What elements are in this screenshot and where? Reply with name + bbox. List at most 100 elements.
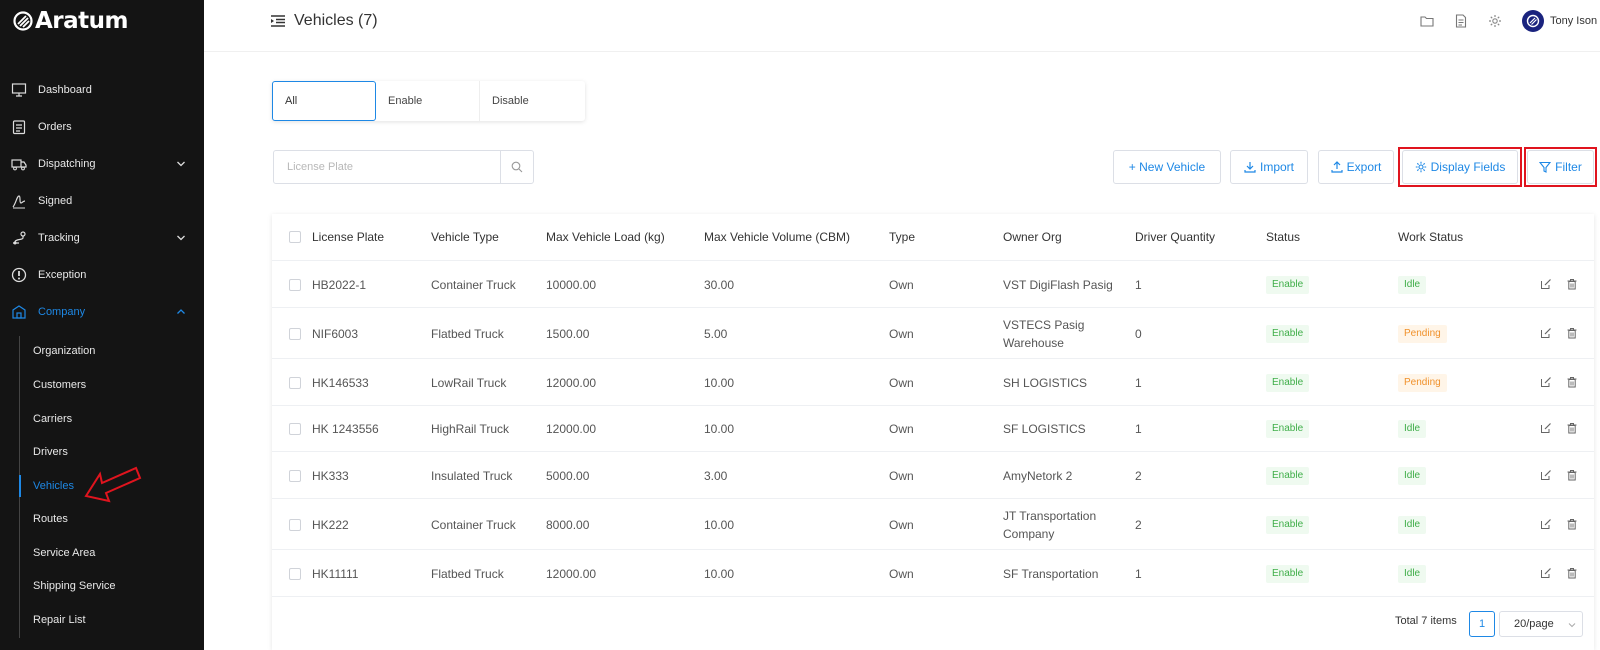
sidebar-item-service-area[interactable]: Service Area bbox=[20, 538, 204, 568]
edit-icon[interactable] bbox=[1540, 422, 1552, 434]
sidebar-item-label: Company bbox=[38, 306, 86, 318]
row-checkbox[interactable] bbox=[289, 469, 301, 482]
page-size-select[interactable]: 20/page bbox=[1499, 611, 1583, 637]
sidebar-item-label: Signed bbox=[38, 195, 73, 207]
row-checkbox[interactable] bbox=[289, 376, 301, 389]
column-header-max-load: Max Vehicle Load (kg) bbox=[546, 230, 665, 244]
sidebar-item-orders[interactable]: Orders bbox=[0, 112, 204, 142]
brand-logo[interactable]: Aratum bbox=[13, 6, 129, 36]
sidebar-item-exception[interactable]: Exception bbox=[0, 260, 204, 290]
trash-icon[interactable] bbox=[1566, 469, 1578, 481]
column-header-max-volume: Max Vehicle Volume (CBM) bbox=[704, 230, 851, 244]
sidebar-item-label: Routes bbox=[33, 513, 68, 525]
sidebar-item-organization[interactable]: Organization bbox=[20, 336, 204, 366]
user-name[interactable]: Tony Ison bbox=[1550, 15, 1600, 27]
row-checkbox[interactable] bbox=[289, 278, 301, 291]
sidebar-item-signed[interactable]: Signed bbox=[0, 186, 204, 216]
edit-icon[interactable] bbox=[1540, 567, 1552, 579]
table-row[interactable]: HK222 Container Truck 8000.00 10.00 Own JT Tr… bbox=[272, 499, 1594, 550]
status-badge: Enable bbox=[1266, 420, 1310, 438]
table-row[interactable]: HK333 Insulated Truck 5000.00 3.00 Own AmyNet… bbox=[272, 452, 1594, 499]
collapse-menu-icon[interactable] bbox=[270, 14, 286, 28]
avatar[interactable] bbox=[1522, 10, 1544, 32]
trash-icon[interactable] bbox=[1566, 376, 1578, 388]
sidebar-item-label: Vehicles bbox=[33, 480, 74, 492]
edit-icon[interactable] bbox=[1540, 518, 1552, 530]
table-row[interactable]: HK11111 Flatbed Truck 12000.00 10.00 Own SF T… bbox=[272, 550, 1594, 597]
tab-disable[interactable]: Disable bbox=[480, 81, 584, 121]
edit-icon[interactable] bbox=[1540, 469, 1552, 481]
row-checkbox[interactable] bbox=[289, 567, 301, 580]
cell-max-volume: 3.00 bbox=[704, 468, 728, 483]
vehicles-table: License Plate Vehicle Type Max Vehicle L… bbox=[272, 214, 1594, 650]
status-badge: Enable bbox=[1266, 564, 1310, 583]
column-header-vehicle-type: Vehicle Type bbox=[431, 230, 499, 244]
cell-max-load: 5000.00 bbox=[546, 468, 590, 483]
cell-vehicle-type: Container Truck bbox=[431, 277, 516, 292]
cell-license-plate: HK146533 bbox=[312, 375, 369, 390]
trash-icon[interactable] bbox=[1566, 518, 1578, 530]
trash-icon[interactable] bbox=[1566, 422, 1578, 434]
tab-enable[interactable]: Enable bbox=[376, 81, 480, 121]
folder-icon[interactable] bbox=[1420, 14, 1434, 28]
cell-owner-org: JT Transportation Company bbox=[1003, 508, 1097, 541]
status-badge: Enable bbox=[1266, 324, 1310, 343]
work-status-badge: Pending bbox=[1398, 373, 1447, 392]
new-vehicle-button[interactable]: + New Vehicle bbox=[1113, 150, 1221, 184]
row-checkbox[interactable] bbox=[289, 327, 301, 340]
cell-driver-quantity: 1 bbox=[1135, 422, 1142, 436]
export-button[interactable]: Export bbox=[1318, 150, 1394, 184]
table-row[interactable]: HB2022-1 Container Truck 10000.00 30.00 Own V… bbox=[272, 261, 1594, 308]
sidebar-item-repair-list[interactable]: Repair List bbox=[20, 605, 204, 635]
gear-icon[interactable] bbox=[1488, 14, 1502, 28]
sidebar-item-label: Drivers bbox=[33, 446, 68, 458]
sidebar-item-dispatching[interactable]: Dispatching bbox=[0, 149, 204, 179]
tab-all[interactable]: All bbox=[272, 81, 376, 121]
license-plate-search-input[interactable] bbox=[274, 151, 500, 183]
document-icon[interactable] bbox=[1454, 14, 1468, 28]
trash-icon[interactable] bbox=[1566, 567, 1578, 579]
sidebar-item-carriers[interactable]: Carriers bbox=[20, 404, 204, 434]
sidebar-item-customers[interactable]: Customers bbox=[20, 370, 204, 400]
cell-owner-org: SF Transportation bbox=[1003, 566, 1099, 581]
pagination-page-1[interactable]: 1 bbox=[1469, 611, 1495, 637]
cell-max-load: 12000.00 bbox=[546, 422, 597, 436]
status-badge: Enable bbox=[1266, 515, 1310, 534]
trash-icon[interactable] bbox=[1566, 327, 1578, 339]
page-title: Vehicles (7) bbox=[270, 10, 378, 32]
sidebar-item-tracking[interactable]: Tracking bbox=[0, 223, 204, 253]
edit-icon[interactable] bbox=[1540, 376, 1552, 388]
table-row[interactable]: HK146533 LowRail Truck 12000.00 10.00 Own SH … bbox=[272, 359, 1594, 406]
search-icon bbox=[511, 161, 523, 173]
cell-owner-org: SF LOGISTICS bbox=[1003, 422, 1086, 436]
sidebar-item-company[interactable]: Company bbox=[0, 297, 204, 327]
sidebar-item-label: Orders bbox=[38, 121, 72, 133]
route-icon bbox=[10, 229, 28, 247]
annotation-highlight-filter bbox=[1524, 147, 1597, 187]
search-button[interactable] bbox=[500, 151, 533, 183]
row-checkbox[interactable] bbox=[289, 423, 301, 435]
trash-icon[interactable] bbox=[1566, 278, 1578, 290]
download-icon bbox=[1244, 162, 1256, 173]
alert-icon bbox=[10, 266, 28, 284]
table-row[interactable]: HK 1243556 HighRail Truck 12000.00 10.00 Own… bbox=[272, 406, 1594, 452]
cell-driver-quantity: 1 bbox=[1135, 566, 1142, 581]
edit-icon[interactable] bbox=[1540, 327, 1552, 339]
cell-type: Own bbox=[889, 277, 914, 292]
sidebar-item-dashboard[interactable]: Dashboard bbox=[0, 75, 204, 105]
cell-type: Own bbox=[889, 422, 914, 436]
edit-icon[interactable] bbox=[1540, 278, 1552, 290]
cell-type: Own bbox=[889, 326, 914, 341]
new-vehicle-label: + New Vehicle bbox=[1128, 160, 1206, 174]
work-status-badge: Idle bbox=[1398, 515, 1427, 534]
sidebar-item-routes[interactable]: Routes bbox=[20, 504, 204, 534]
import-button[interactable]: Import bbox=[1230, 150, 1308, 184]
work-status-badge: Idle bbox=[1398, 275, 1427, 294]
sidebar-item-label: Organization bbox=[33, 345, 96, 357]
select-all-checkbox[interactable] bbox=[289, 231, 301, 243]
table-row[interactable]: NIF6003 Flatbed Truck 1500.00 5.00 Own VSTECS… bbox=[272, 308, 1594, 359]
sidebar-item-shipping-service[interactable]: Shipping Service bbox=[20, 571, 204, 601]
page-title-text: Vehicles (7) bbox=[294, 12, 378, 29]
row-checkbox[interactable] bbox=[289, 518, 301, 531]
status-segment-tabs: All Enable Disable bbox=[272, 81, 585, 121]
